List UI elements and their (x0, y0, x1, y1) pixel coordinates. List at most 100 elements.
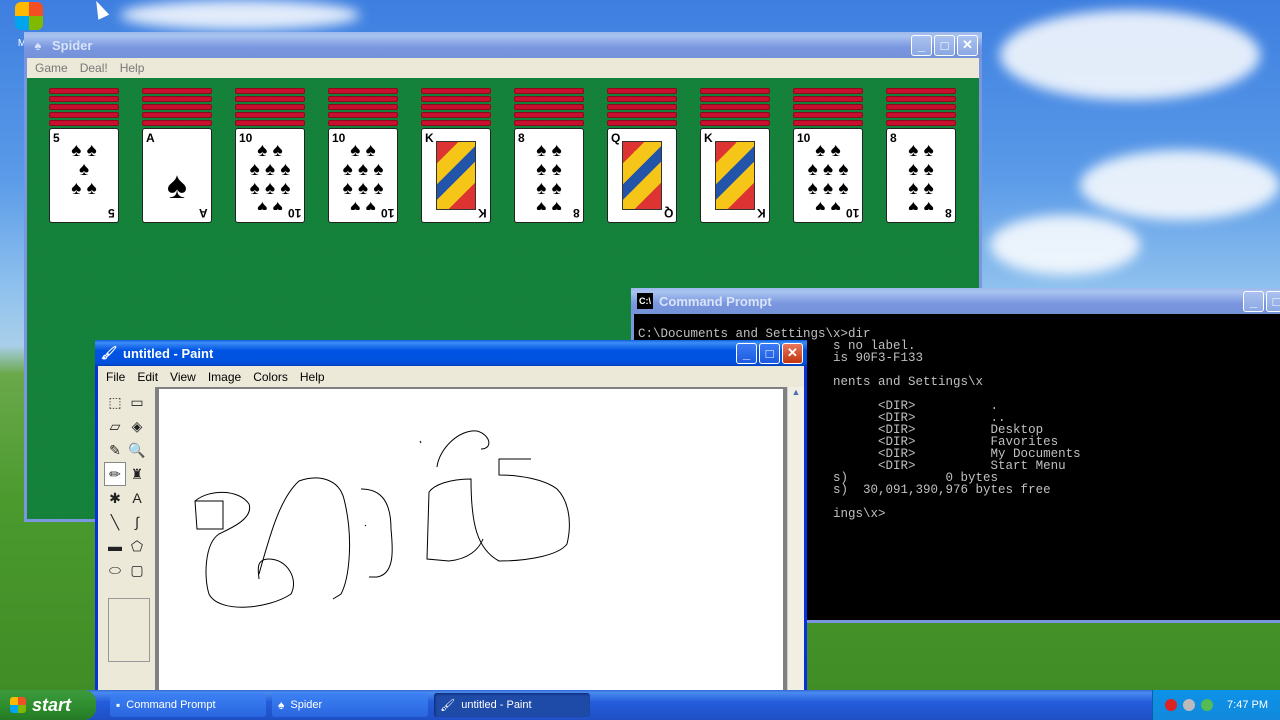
card-back (886, 104, 956, 110)
playing-card[interactable]: 8 8 ♠ ♠ ♠ ♠ ♠ ♠ ♠ ♠ (514, 128, 584, 223)
network-icon[interactable] (1201, 699, 1214, 711)
card-rank: Q (663, 206, 673, 220)
close-button[interactable]: ✕ (957, 34, 978, 56)
polygon-icon[interactable]: ⬠ (126, 534, 148, 558)
card-back (421, 104, 491, 110)
minimize-button[interactable]: _ (1243, 290, 1264, 312)
card-pips: ♠ ♠ ♠ ♠ ♠ ♠ ♠ ♠ ♠ ♠ (249, 141, 291, 210)
menu-deal[interactable]: Deal! (74, 59, 114, 77)
card-back (886, 96, 956, 102)
card-rank: K (478, 206, 487, 220)
paint-titlebar[interactable]: 🖌 untitled - Paint _ □ ✕ (95, 340, 807, 366)
card-back (142, 88, 212, 94)
spider-titlebar[interactable]: ♠ Spider _ □ ✕ (24, 32, 982, 58)
free-select-icon[interactable]: ⬚ (104, 390, 126, 414)
menu-game[interactable]: Game (29, 59, 74, 77)
clock[interactable]: 7:47 PM (1227, 699, 1268, 711)
playing-card[interactable]: KK (700, 128, 770, 223)
maximize-button[interactable]: □ (1266, 290, 1280, 312)
playing-card[interactable]: KK (421, 128, 491, 223)
minimize-button[interactable]: _ (911, 34, 932, 56)
eraser-icon[interactable]: ▱ (104, 414, 126, 438)
menu-view[interactable]: View (164, 368, 202, 386)
menu-help[interactable]: Help (114, 59, 151, 77)
playing-card[interactable]: QQ (607, 128, 677, 223)
card-pile[interactable]: 8 8 ♠ ♠ ♠ ♠ ♠ ♠ ♠ ♠ (886, 88, 956, 223)
start-button[interactable]: start (0, 690, 96, 720)
playing-card[interactable]: 10 10 ♠ ♠ ♠ ♠ ♠ ♠ ♠ ♠ ♠ ♠ (793, 128, 863, 223)
select-icon[interactable]: ▭ (126, 390, 148, 414)
face-card-art (436, 141, 476, 210)
card-back (235, 88, 305, 94)
magnifier-icon[interactable]: 🔍 (126, 438, 148, 462)
pick-color-icon[interactable]: ✎ (104, 438, 126, 462)
card-pile[interactable]: 10 10 ♠ ♠ ♠ ♠ ♠ ♠ ♠ ♠ ♠ ♠ (328, 88, 398, 223)
playing-card[interactable]: 5 5 ♠ ♠ ♠ ♠ ♠ (49, 128, 119, 223)
menu-help[interactable]: Help (294, 368, 331, 386)
card-back (421, 88, 491, 94)
card-rank: 8 (518, 131, 525, 145)
paint-icon: 🖌 (440, 698, 456, 712)
menu-image[interactable]: Image (202, 368, 247, 386)
card-back (49, 120, 119, 126)
card-pile[interactable]: A A ♠ (142, 88, 212, 223)
card-pile[interactable]: QQ (607, 88, 677, 223)
cmd-titlebar[interactable]: C:\ Command Prompt _ □ (631, 288, 1280, 314)
text-icon[interactable]: A (126, 486, 148, 510)
card-pips: ♠ ♠ ♠ ♠ ♠ ♠ ♠ ♠ ♠ ♠ (807, 141, 849, 210)
menu-edit[interactable]: Edit (131, 368, 164, 386)
card-pile[interactable]: 10 10 ♠ ♠ ♠ ♠ ♠ ♠ ♠ ♠ ♠ ♠ (793, 88, 863, 223)
playing-card[interactable]: 10 10 ♠ ♠ ♠ ♠ ♠ ♠ ♠ ♠ ♠ ♠ (328, 128, 398, 223)
ellipse-icon[interactable]: ⬭ (104, 558, 126, 582)
card-back (700, 96, 770, 102)
rounded-rect-icon[interactable]: ▢ (126, 558, 148, 582)
vertical-scrollbar[interactable]: ▲ (787, 387, 804, 697)
card-pile[interactable]: 8 8 ♠ ♠ ♠ ♠ ♠ ♠ ♠ ♠ (514, 88, 584, 223)
card-pile[interactable]: KK (700, 88, 770, 223)
menu-file[interactable]: File (100, 368, 131, 386)
fill-icon[interactable]: ◈ (126, 414, 148, 438)
drawing-canvas[interactable] (159, 389, 783, 719)
pencil-icon[interactable]: ✏ (104, 462, 126, 486)
card-back (793, 96, 863, 102)
task-paint[interactable]: 🖌 untitled - Paint (434, 693, 590, 717)
maximize-button[interactable]: □ (759, 342, 780, 364)
maximize-button[interactable]: □ (934, 34, 955, 56)
card-pile[interactable]: KK (421, 88, 491, 223)
volume-icon[interactable] (1183, 699, 1196, 711)
cmd-icon: ▪ (116, 698, 121, 712)
card-rank: 8 (573, 206, 580, 220)
card-back (700, 104, 770, 110)
card-pile[interactable]: 10 10 ♠ ♠ ♠ ♠ ♠ ♠ ♠ ♠ ♠ ♠ (235, 88, 305, 223)
playing-card[interactable]: A A ♠ (142, 128, 212, 223)
menu-colors[interactable]: Colors (247, 368, 294, 386)
tool-options-box[interactable] (108, 598, 150, 662)
taskbar: start ▪ Command Prompt ♠ Spider 🖌 untitl… (0, 690, 1280, 720)
card-back (49, 112, 119, 118)
brush-icon[interactable]: ♜ (126, 462, 148, 486)
paint-window[interactable]: 🖌 untitled - Paint _ □ ✕ File Edit View … (95, 340, 807, 719)
spider-title: Spider (52, 37, 93, 53)
minimize-button[interactable]: _ (736, 342, 757, 364)
drawing-strokes (194, 430, 570, 608)
playing-card[interactable]: 10 10 ♠ ♠ ♠ ♠ ♠ ♠ ♠ ♠ ♠ ♠ (235, 128, 305, 223)
task-spider[interactable]: ♠ Spider (272, 693, 428, 717)
airbrush-icon[interactable]: ✱ (104, 486, 126, 510)
curve-icon[interactable]: ∫ (126, 510, 148, 534)
card-back (700, 120, 770, 126)
card-back (514, 96, 584, 102)
line-icon[interactable]: ╲ (104, 510, 126, 534)
cmd-title: Command Prompt (659, 293, 772, 309)
paint-title: untitled - Paint (123, 345, 214, 361)
card-back (142, 104, 212, 110)
security-shield-icon[interactable] (1165, 699, 1178, 711)
playing-card[interactable]: 8 8 ♠ ♠ ♠ ♠ ♠ ♠ ♠ ♠ (886, 128, 956, 223)
task-command-prompt[interactable]: ▪ Command Prompt (110, 693, 266, 717)
rectangle-icon[interactable]: ▬ (104, 534, 126, 558)
face-card-art (715, 141, 755, 210)
close-button[interactable]: ✕ (782, 342, 803, 364)
card-pips: ♠ ♠ ♠ ♠ ♠ ♠ ♠ ♠ ♠ ♠ (342, 141, 384, 210)
scroll-up-arrow-icon[interactable]: ▲ (788, 387, 804, 403)
card-rank: A (199, 206, 208, 220)
card-pile[interactable]: 5 5 ♠ ♠ ♠ ♠ ♠ (49, 88, 119, 223)
